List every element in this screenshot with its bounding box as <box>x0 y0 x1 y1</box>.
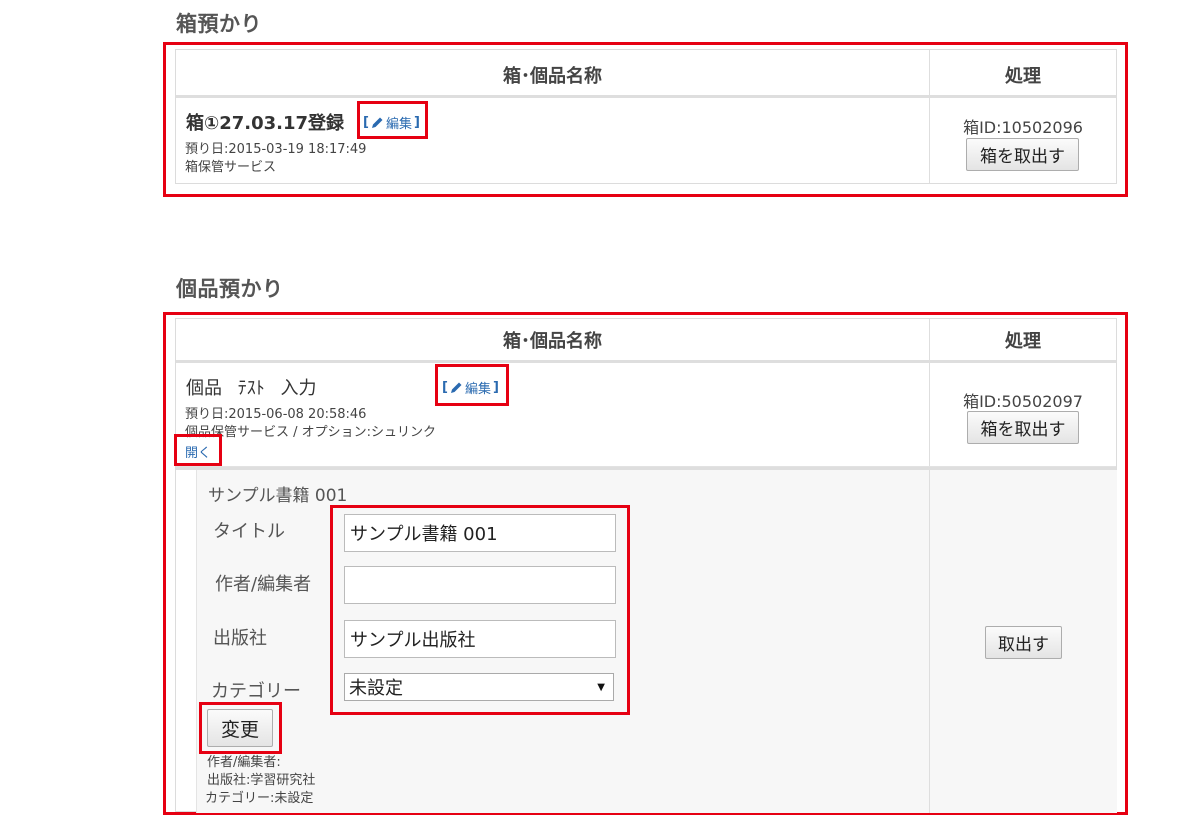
change-button[interactable]: 変更 <box>207 709 273 747</box>
summary-category: カテゴリー:未設定 <box>205 791 314 806</box>
dropdown-arrow-icon: ▼ <box>597 681 605 693</box>
box-item-name: 箱①27.03.17登録 <box>186 113 345 134</box>
category-select[interactable]: 未設定 ▼ <box>344 673 614 701</box>
summary-publisher: 出版社:学習研究社 <box>207 773 316 788</box>
detail-panel-edge <box>196 470 197 813</box>
detail-heading: サンプル書籍 001 <box>208 486 348 506</box>
item-deposit-date: 預り日:2015-06-08 20:58:46 <box>185 407 367 422</box>
box-header-divider <box>176 95 1116 98</box>
author-label: 作者/編集者 <box>215 574 312 595</box>
item-box-id: 箱ID:50502097 <box>963 392 1083 411</box>
box-id: 箱ID:10502096 <box>963 118 1083 137</box>
author-input[interactable] <box>344 566 616 604</box>
box-take-out-button[interactable]: 箱を取出す <box>966 138 1079 171</box>
pencil-icon <box>371 117 383 128</box>
item-header-action: 処理 <box>1005 331 1041 352</box>
box-header-name: 箱･個品名称 <box>503 66 602 87</box>
item-take-out-box-button[interactable]: 箱を取出す <box>967 411 1079 444</box>
pencil-icon <box>450 382 462 393</box>
detail-take-out-button[interactable]: 取出す <box>985 626 1062 659</box>
item-name: 個品 ﾃｽﾄ 入力 <box>186 378 317 399</box>
title-input[interactable]: サンプル書籍 001 <box>344 514 616 552</box>
open-link-highlight <box>174 434 222 466</box>
box-edit-label: 編集 <box>385 117 412 132</box>
title-label: タイトル <box>213 521 285 542</box>
item-service: 個品保管サービス / オプション:シュリンク <box>185 425 437 440</box>
item-section-title: 個品預かり <box>176 277 284 301</box>
publisher-input[interactable]: サンプル出版社 <box>344 620 616 658</box>
category-label: カテゴリー <box>211 681 301 702</box>
box-section-title: 箱預かり <box>176 12 262 36</box>
item-header-divider <box>176 360 1116 363</box>
summary-author: 作者/編集者: <box>207 755 281 770</box>
box-table: 箱･個品名称 処理 箱①27.03.17登録 預り日:2015-03-19 18… <box>175 49 1117 184</box>
box-edit-link[interactable]: [ 編集 ] <box>363 113 420 132</box>
box-service: 箱保管サービス <box>185 160 277 175</box>
item-header-name: 箱･個品名称 <box>503 331 602 352</box>
item-edit-label: 編集 <box>464 382 491 397</box>
item-table: 箱･個品名称 処理 個品 ﾃｽﾄ 入力 預り日:2015-06-08 20:58… <box>175 318 1117 813</box>
publisher-label: 出版社 <box>213 628 267 649</box>
box-deposit-date: 預り日:2015-03-19 18:17:49 <box>185 142 367 157</box>
category-select-value: 未設定 <box>349 678 403 699</box>
box-header-action: 処理 <box>1005 66 1041 87</box>
item-edit-link[interactable]: [ 編集 ] <box>442 378 499 397</box>
